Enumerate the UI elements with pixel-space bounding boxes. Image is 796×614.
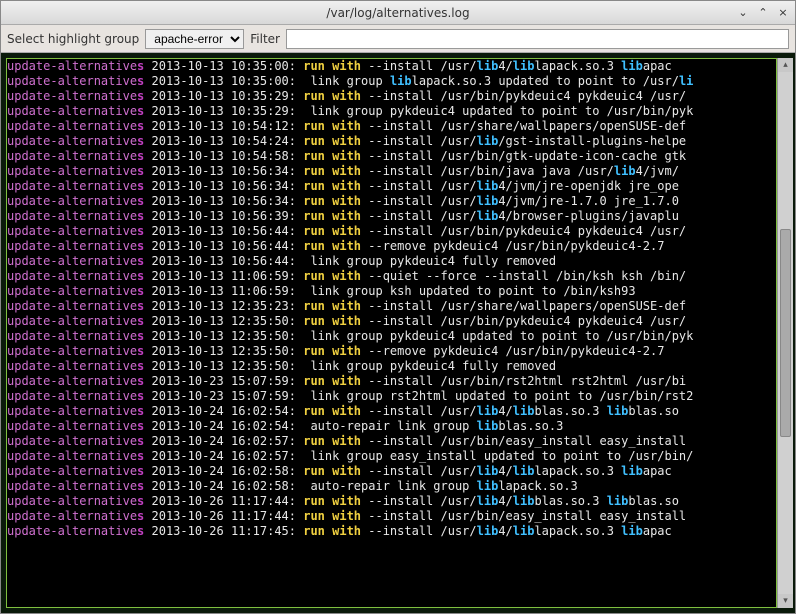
window-title: /var/log/alternatives.log: [326, 6, 469, 20]
log-line: update-alternatives 2013-10-13 10:56:39:…: [7, 209, 776, 224]
log-text-area[interactable]: update-alternatives 2013-10-13 10:35:00:…: [6, 58, 777, 608]
log-line: update-alternatives 2013-10-24 16:02:58:…: [7, 479, 776, 494]
log-line: update-alternatives 2013-10-13 10:54:24:…: [7, 134, 776, 149]
scroll-thumb[interactable]: [780, 229, 791, 438]
log-line: update-alternatives 2013-10-26 11:17:45:…: [7, 524, 776, 539]
log-line: update-alternatives 2013-10-13 10:56:44:…: [7, 224, 776, 239]
scroll-up-button[interactable]: ▴: [778, 58, 793, 72]
highlight-group-select[interactable]: apache-error: [145, 29, 244, 49]
maximize-button[interactable]: ⌃: [755, 4, 771, 20]
log-line: update-alternatives 2013-10-13 10:35:29:…: [7, 89, 776, 104]
log-line: update-alternatives 2013-10-13 12:35:50:…: [7, 344, 776, 359]
toolbar: Select highlight group apache-error Filt…: [1, 25, 795, 53]
log-line: update-alternatives 2013-10-24 16:02:57:…: [7, 449, 776, 464]
highlight-group-label: Select highlight group: [7, 32, 139, 46]
log-line: update-alternatives 2013-10-13 10:56:44:…: [7, 239, 776, 254]
log-line: update-alternatives 2013-10-24 16:02:54:…: [7, 419, 776, 434]
log-line: update-alternatives 2013-10-26 11:17:44:…: [7, 494, 776, 509]
log-line: update-alternatives 2013-10-24 16:02:58:…: [7, 464, 776, 479]
log-line: update-alternatives 2013-10-13 10:56:34:…: [7, 194, 776, 209]
log-line: update-alternatives 2013-10-13 12:35:50:…: [7, 314, 776, 329]
filter-label: Filter: [250, 32, 280, 46]
log-line: update-alternatives 2013-10-13 10:56:34:…: [7, 164, 776, 179]
log-line: update-alternatives 2013-10-24 16:02:54:…: [7, 404, 776, 419]
log-line: update-alternatives 2013-10-23 15:07:59:…: [7, 389, 776, 404]
log-line: update-alternatives 2013-10-13 10:54:58:…: [7, 149, 776, 164]
log-line: update-alternatives 2013-10-26 11:17:44:…: [7, 509, 776, 524]
log-line: update-alternatives 2013-10-13 12:35:50:…: [7, 359, 776, 374]
scroll-track[interactable]: [778, 72, 793, 594]
log-line: update-alternatives 2013-10-13 12:35:50:…: [7, 329, 776, 344]
log-line: update-alternatives 2013-10-23 15:07:59:…: [7, 374, 776, 389]
log-line: update-alternatives 2013-10-13 10:35:00:…: [7, 59, 776, 74]
log-line: update-alternatives 2013-10-13 11:06:59:…: [7, 269, 776, 284]
log-line: update-alternatives 2013-10-13 10:35:29:…: [7, 104, 776, 119]
log-line: update-alternatives 2013-10-13 10:54:12:…: [7, 119, 776, 134]
log-line: update-alternatives 2013-10-13 11:06:59:…: [7, 284, 776, 299]
vertical-scrollbar[interactable]: ▴ ▾: [777, 58, 793, 608]
log-line: update-alternatives 2013-10-13 10:56:44:…: [7, 254, 776, 269]
log-line: update-alternatives 2013-10-13 10:56:34:…: [7, 179, 776, 194]
window-buttons: ⌄ ⌃ ×: [735, 4, 791, 20]
close-button[interactable]: ×: [775, 4, 791, 20]
log-line: update-alternatives 2013-10-24 16:02:57:…: [7, 434, 776, 449]
scroll-down-button[interactable]: ▾: [778, 594, 793, 608]
titlebar: /var/log/alternatives.log ⌄ ⌃ ×: [1, 1, 795, 25]
log-line: update-alternatives 2013-10-13 10:35:00:…: [7, 74, 776, 89]
filter-input[interactable]: [286, 29, 789, 49]
log-line: update-alternatives 2013-10-13 12:35:23:…: [7, 299, 776, 314]
log-container: update-alternatives 2013-10-13 10:35:00:…: [1, 53, 795, 613]
minimize-button[interactable]: ⌄: [735, 4, 751, 20]
